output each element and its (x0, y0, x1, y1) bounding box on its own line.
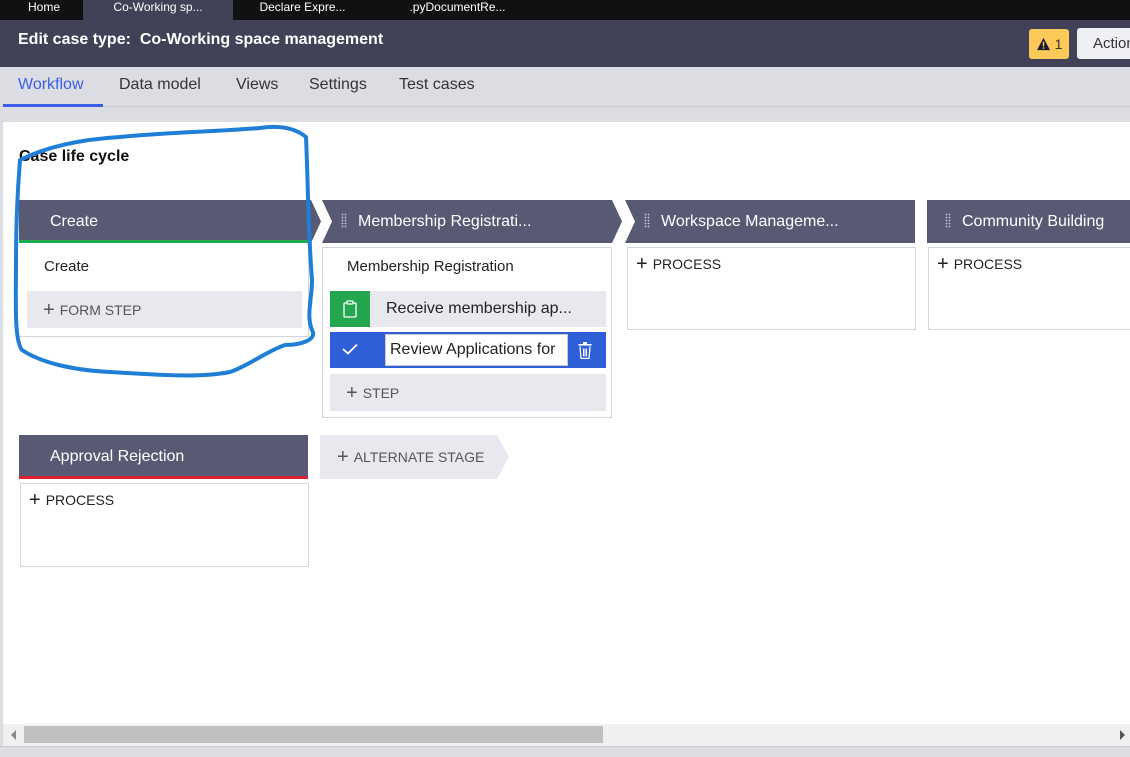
add-label: PROCESS (45, 492, 115, 508)
step-receive-membership[interactable]: Receive membership ap... (330, 291, 606, 327)
add-form-step-button[interactable]: + FORM STEP (27, 291, 302, 328)
plus-icon: + (43, 298, 55, 321)
add-label: PROCESS (953, 256, 1023, 272)
add-label: ALTERNATE STAGE (353, 449, 485, 465)
drag-handle-icon[interactable] (945, 213, 951, 229)
stage-status-bar (19, 476, 308, 479)
stage-membership-registration[interactable]: Membership Registrati... (332, 200, 612, 243)
active-tab-indicator (3, 104, 103, 107)
tab-pydocument[interactable]: .pyDocumentRe... (385, 0, 530, 20)
step-review-applications[interactable] (330, 332, 606, 368)
stage-create[interactable]: Create (19, 200, 309, 243)
warnings-button[interactable]: 1 (1029, 29, 1069, 59)
stage-approval-rejection[interactable]: Approval Rejection (19, 435, 308, 478)
add-label: PROCESS (652, 256, 722, 272)
clipboard-icon (343, 300, 357, 318)
stage-label: Membership Registrati... (358, 213, 532, 230)
scroll-left-icon[interactable] (11, 730, 16, 740)
tab-test-cases[interactable]: Test cases (399, 76, 475, 94)
warning-count: 1 (1054, 36, 1063, 52)
plus-icon: + (346, 381, 358, 404)
plus-icon: + (337, 446, 349, 468)
tab-declare-expression[interactable]: Declare Expre... (240, 0, 365, 20)
stage-status-bar (19, 240, 309, 243)
scroll-right-icon[interactable] (1120, 730, 1125, 740)
stage-chevron (309, 200, 321, 243)
actions-button[interactable]: Actions (1077, 28, 1130, 59)
title-prefix: Edit case type: (18, 31, 131, 48)
tab-data-model[interactable]: Data model (119, 76, 201, 94)
add-label: FORM STEP (59, 301, 142, 318)
bottom-strip (0, 746, 1130, 757)
plus-icon: + (937, 253, 949, 275)
stage-workspace-management[interactable]: Workspace Manageme... (635, 200, 915, 243)
add-process-button[interactable]: + PROCESS (29, 490, 114, 510)
tab-settings[interactable]: Settings (309, 76, 367, 94)
tab-views[interactable]: Views (236, 76, 278, 94)
plus-icon: + (29, 489, 41, 511)
check-icon[interactable] (342, 343, 358, 355)
tab-workflow[interactable]: Workflow (18, 76, 84, 94)
tab-home[interactable]: Home (8, 0, 80, 20)
add-process-button[interactable]: + PROCESS (636, 254, 721, 274)
trash-icon[interactable] (578, 342, 592, 359)
tab-co-working[interactable]: Co-Working sp... (83, 0, 233, 20)
process-title[interactable]: Membership Registration (347, 258, 514, 275)
stage-label: Create (50, 213, 99, 230)
step-label: Receive membership ap... (386, 300, 572, 317)
case-type-tabs: Workflow Data model Views Settings Test … (0, 67, 1130, 107)
warning-icon (1036, 37, 1050, 51)
browser-tab-bar: Home Co-Working sp... Declare Expre... .… (0, 0, 1130, 20)
drag-handle-icon[interactable] (341, 213, 347, 229)
drag-handle-icon[interactable] (644, 213, 650, 229)
stage-label: Community Building (962, 213, 1105, 230)
page-title: Edit case type: Co-Working space managem… (18, 31, 383, 49)
horizontal-scrollbar[interactable] (3, 724, 1130, 746)
process-title[interactable]: Create (44, 258, 89, 275)
add-alternate-stage-button[interactable]: + ALTERNATE STAGE (337, 447, 484, 467)
add-label: STEP (362, 384, 400, 401)
scroll-thumb[interactable] (24, 726, 603, 743)
add-step-button[interactable]: + STEP (330, 374, 606, 411)
plus-icon: + (636, 253, 648, 275)
add-process-button[interactable]: + PROCESS (937, 254, 1022, 274)
case-type-name: Co-Working space management (139, 31, 384, 48)
stage-label: Approval Rejection (50, 448, 185, 465)
case-life-cycle-title: Case life cycle (19, 148, 130, 165)
stage-label: Workspace Manageme... (661, 213, 839, 230)
step-type-badge (330, 291, 370, 327)
step-name-input[interactable] (385, 334, 568, 366)
stage-community-building[interactable]: Community Building (927, 200, 1130, 243)
case-type-header: Edit case type: Co-Working space managem… (0, 20, 1130, 67)
